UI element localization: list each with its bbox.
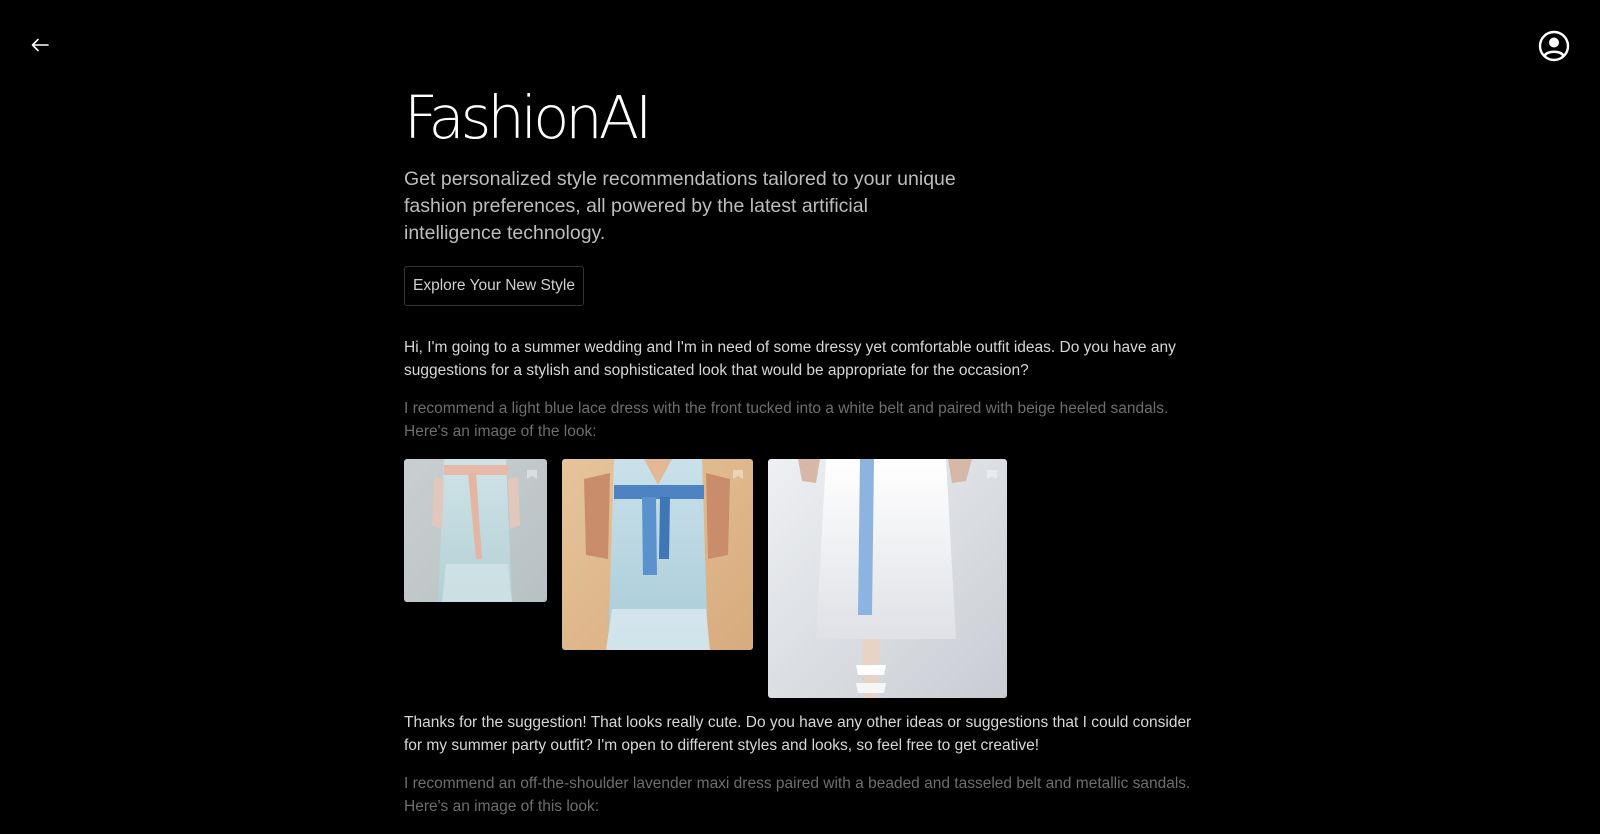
app-page: FashionAI Get personalized style recomme… xyxy=(0,0,1600,834)
outfit-image[interactable] xyxy=(562,459,753,650)
outfit-image[interactable] xyxy=(404,459,547,602)
outfit-photo-2 xyxy=(562,459,753,650)
assistant-message: I recommend an off-the-shoulder lavender… xyxy=(404,775,1191,815)
hero-tagline: Get personalized style recommendations t… xyxy=(404,168,956,244)
user-message: Thanks for the suggestion! That looks re… xyxy=(404,714,1192,754)
outfit-image[interactable] xyxy=(768,459,1007,698)
back-button[interactable] xyxy=(28,33,52,57)
bookmark-icon[interactable] xyxy=(525,467,539,481)
explore-style-button[interactable]: Explore Your New Style xyxy=(404,266,584,306)
assistant-message: I recommend a light blue lace dress with… xyxy=(404,400,1169,440)
outfit-photo-3 xyxy=(768,459,1007,698)
bookmark-icon[interactable] xyxy=(985,467,999,481)
arrow-left-icon xyxy=(31,38,49,52)
bookmark-icon[interactable] xyxy=(731,467,745,481)
brand-title: FashionAI xyxy=(404,83,652,152)
user-message: Hi, I'm going to a summer wedding and I'… xyxy=(404,339,1176,379)
profile-button[interactable] xyxy=(1537,29,1571,63)
user-circle-icon xyxy=(1538,30,1570,62)
